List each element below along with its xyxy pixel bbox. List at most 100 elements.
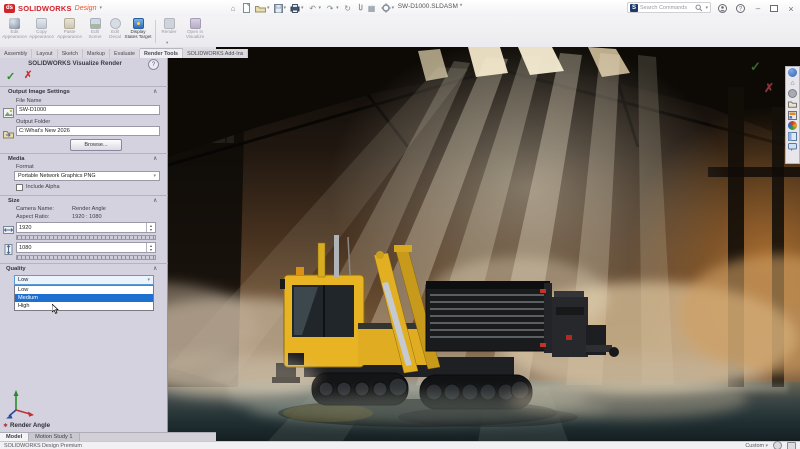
file-name-input[interactable] (16, 105, 160, 115)
quality-header[interactable]: Quality (6, 266, 26, 272)
browse-button[interactable]: Browse... (70, 139, 122, 151)
close-button[interactable]: × (785, 3, 797, 14)
spin-down-icon[interactable]: ▼ (149, 228, 152, 232)
collapse-size-icon[interactable]: ∧ (153, 197, 157, 204)
quality-option-high[interactable]: High (15, 302, 153, 310)
copy-appearance-button[interactable]: Copy Appearance (29, 18, 54, 45)
tab-evaluate[interactable]: Evaluate (110, 49, 140, 58)
quality-dropdown[interactable]: Low ▾ (14, 275, 154, 285)
app-logo[interactable]: ds SOLIDWORKS Design ▾ (4, 2, 102, 14)
commandbar-flyout-icon[interactable]: ▾ (166, 40, 168, 46)
include-alpha-checkbox[interactable] (16, 184, 23, 191)
confirmation-ok-icon[interactable]: ✓ (750, 59, 761, 75)
edit-appearance-button[interactable]: Edit Appearance (2, 18, 27, 45)
quality-option-medium[interactable]: Medium (15, 294, 153, 302)
home-icon[interactable]: ⌂ (228, 3, 238, 13)
width-slider[interactable] (16, 235, 156, 240)
format-value: Portable Network Graphics PNG (18, 173, 96, 179)
open-in-visualize-icon (190, 18, 201, 29)
button-label: Copy Appearance (29, 30, 54, 40)
camera-star-icon: ∗ (3, 422, 8, 429)
appearances-scenes-icon[interactable] (788, 121, 797, 130)
cancel-button[interactable]: ✗ (24, 70, 32, 81)
ok-button[interactable]: ✓ (6, 70, 15, 83)
media-header[interactable]: Media (8, 156, 24, 162)
resources-home-icon[interactable]: ⌂ (788, 78, 798, 88)
search-caret-icon[interactable]: ▾ (705, 5, 708, 11)
task-pane-strip: ⌂ (785, 66, 800, 164)
render-button[interactable]: Render (158, 18, 180, 45)
custom-properties-icon[interactable] (788, 131, 798, 141)
new-document-button[interactable] (242, 3, 251, 13)
design-library-icon[interactable] (788, 89, 797, 98)
search-icon[interactable] (695, 4, 703, 12)
output-settings-header[interactable]: Output Image Settings (8, 89, 70, 95)
open-in-visualize-button[interactable]: Open in Visualize (182, 18, 208, 45)
aspect-ratio-label: Aspect Ratio: (16, 214, 49, 220)
threedexperience-icon[interactable] (788, 68, 797, 77)
motion-study-tab[interactable]: Motion Study 1 (29, 433, 79, 441)
collapse-quality-icon[interactable]: ∧ (153, 265, 157, 272)
open-caret-icon[interactable]: ▾ (267, 5, 270, 11)
edit-decal-button[interactable]: Edit Decal (106, 18, 124, 45)
undo-button[interactable]: ↶ ▾ (308, 3, 322, 13)
model-tab[interactable]: Model (0, 433, 29, 441)
image-file-icon (3, 105, 14, 115)
confirmation-cancel-icon[interactable]: ✗ (764, 81, 774, 95)
tab-render-tools[interactable]: Render Tools (140, 48, 183, 58)
user-account-icon[interactable] (716, 3, 728, 14)
height-spinbox[interactable]: 1080 ▲ ▼ (16, 242, 156, 253)
collapse-output-icon[interactable]: ∧ (153, 88, 157, 95)
format-caret-icon: ▾ (153, 173, 156, 179)
redo-button[interactable]: ↷ ▾ (325, 3, 339, 13)
width-spinbox[interactable]: 1920 ▲ ▼ (16, 222, 156, 233)
height-slider[interactable] (16, 255, 156, 260)
tab-solidworks-add-ins[interactable]: SOLIDWORKS Add-Ins (183, 49, 248, 58)
view-palette-icon[interactable] (788, 110, 798, 120)
undo-icon: ↶ (308, 3, 318, 13)
search-box[interactable]: S Search Commands ▾ (627, 2, 711, 13)
edit-scene-button[interactable]: Edit Scene (85, 18, 105, 45)
panel-title: SOLIDWORKS Visualize Render (0, 60, 150, 67)
display-states-target-button[interactable]: Display States Target (124, 18, 152, 45)
collapse-media-icon[interactable]: ∧ (153, 155, 157, 162)
tab-layout[interactable]: Layout (32, 49, 57, 58)
save-caret-icon[interactable]: ▾ (284, 5, 287, 11)
title-bar: ds SOLIDWORKS Design ▾ ⌂ ▾ ▾ ▾ ↶ ▾ ↷ (0, 0, 800, 17)
spin-down-icon[interactable]: ▼ (149, 248, 152, 252)
tab-markup[interactable]: Markup (83, 49, 110, 58)
minimize-button[interactable]: – (752, 3, 764, 14)
graphics-area[interactable]: ✓ ✗ (168, 47, 800, 441)
save-button[interactable]: ▾ (274, 4, 287, 13)
camera-name-label: Camera Name: (16, 206, 54, 212)
panel-help-icon[interactable]: ? (148, 59, 159, 70)
solidworks-window: ds SOLIDWORKS Design ▾ ⌂ ▾ ▾ ▾ ↶ ▾ ↷ (0, 0, 800, 449)
status-globe-icon[interactable] (773, 441, 782, 449)
output-folder-input[interactable] (16, 126, 160, 136)
print-button[interactable]: ▾ (290, 4, 304, 13)
print-caret-icon[interactable]: ▾ (301, 5, 304, 11)
redo-caret-icon[interactable]: ▾ (336, 5, 339, 11)
file-explorer-icon[interactable] (788, 99, 798, 109)
units-selector[interactable]: Custom ▾ (745, 443, 768, 449)
display-states-target-icon (133, 18, 144, 29)
logo-caret-icon[interactable]: ▾ (99, 5, 102, 11)
format-dropdown[interactable]: Portable Network Graphics PNG ▾ (14, 171, 160, 181)
tab-assembly[interactable]: Assembly (0, 49, 32, 58)
width-spinner-arrows[interactable]: ▲ ▼ (146, 223, 155, 232)
undo-caret-icon[interactable]: ▾ (319, 5, 322, 11)
height-spinner-arrows[interactable]: ▲ ▼ (146, 243, 155, 252)
open-button[interactable]: ▾ (255, 4, 270, 13)
status-display-icon[interactable] (787, 442, 796, 449)
paste-appearance-button[interactable]: Paste Appearance (56, 18, 83, 45)
output-folder-label: Output Folder (16, 119, 50, 125)
help-icon[interactable]: ? (734, 3, 746, 14)
image-height-icon (3, 242, 14, 252)
search-input[interactable]: Search Commands (640, 5, 693, 11)
edit-decal-icon (110, 18, 121, 29)
restore-button[interactable] (768, 3, 780, 14)
tab-sketch[interactable]: Sketch (58, 49, 83, 58)
forum-icon[interactable] (788, 142, 798, 152)
quality-option-low[interactable]: Low (15, 286, 153, 294)
size-header[interactable]: Size (8, 198, 20, 204)
